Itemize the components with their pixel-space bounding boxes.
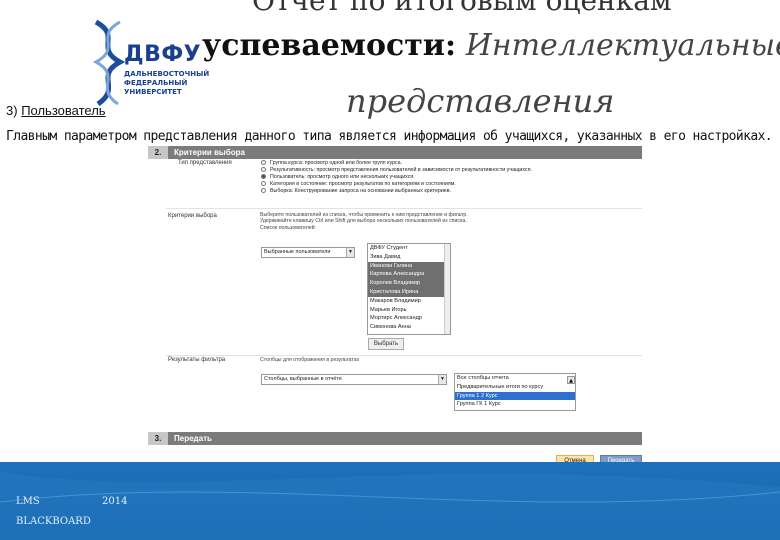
logo-name: ДВФУ: [124, 42, 202, 67]
view-type-option-course-group[interactable]: Группа курса: просмотр одной или более г…: [261, 159, 532, 166]
view-type-options: Группа курса: просмотр одной или более г…: [261, 159, 532, 194]
filter-results-help: Столбцы для отображения в результатах: [260, 357, 360, 363]
view-type-option-performance[interactable]: Результативность: просмотр представления…: [261, 166, 532, 173]
footer-blackboard: BLACKBOARD: [16, 516, 91, 527]
title-line-1: Отчет по итоговым оценкам: [252, 0, 672, 17]
user-list-item[interactable]: Мортирс Александр: [368, 314, 450, 323]
columns-listbox[interactable]: Все столбцы отчета Предварительные итоги…: [454, 373, 576, 411]
helix-icon: [92, 19, 126, 107]
column-list-item[interactable]: Предварительные итоги по курсу: [455, 383, 575, 392]
user-listbox[interactable]: ДВФУ Студент Зива Давид Иванова Галина К…: [367, 243, 451, 335]
step-3-title: Передать: [174, 434, 212, 443]
report-settings-panel: 2. Критерии выбора Тип представления Груп…: [148, 146, 642, 468]
chevron-down-icon: ▼: [346, 248, 354, 257]
columns-mode-select[interactable]: Столбцы, выбранные в отчёте ▼: [261, 374, 447, 385]
section-number: 3): [6, 103, 18, 118]
logo-line-2: ФЕДЕРАЛЬНЫЙ: [124, 79, 188, 87]
footer-lms: LMS: [16, 496, 40, 507]
step-2-number: 2.: [148, 146, 168, 159]
title-bold-part: успеваемости:: [202, 28, 457, 63]
radio-icon: [261, 167, 266, 172]
user-list-item[interactable]: Макаров Владимир: [368, 297, 450, 306]
radio-icon: [261, 160, 266, 165]
column-list-item[interactable]: Все столбцы отчета: [455, 374, 575, 383]
view-type-option-query[interactable]: Выборка: Конструирование запроса на осно…: [261, 187, 532, 194]
column-list-item[interactable]: Группа 1 2 Курс: [455, 391, 575, 401]
select-users-button[interactable]: Выбрать: [368, 338, 404, 350]
filter-results-label: Результаты фильтра: [168, 357, 226, 363]
step-3-header: 3. Передать: [148, 432, 642, 445]
user-list-item[interactable]: Кристалова Ирина: [368, 287, 450, 297]
column-list-item[interactable]: Группа ГК 1 Курс: [455, 400, 575, 409]
user-mode-select[interactable]: Выбранные пользователи ▼: [261, 247, 355, 258]
user-list-item[interactable]: Королев Владимир: [368, 279, 450, 288]
section-label: Пользователь: [21, 103, 106, 118]
user-list-item[interactable]: Иванова Галина: [368, 261, 450, 271]
divider: [166, 208, 642, 209]
scroll-up-icon[interactable]: ▲: [567, 376, 575, 384]
radio-icon: [261, 188, 266, 193]
step-3-number: 3.: [148, 432, 168, 445]
criteria-help: Выберите пользователей из списка, чтобы …: [260, 212, 630, 231]
title-italic-part: Интеллектуальные: [465, 28, 780, 63]
user-list-item[interactable]: Марьев Игорь: [368, 306, 450, 315]
radio-icon: [261, 181, 266, 186]
user-list-item[interactable]: Симонова Анна: [368, 323, 450, 332]
title-line-3: представления: [346, 82, 615, 120]
divider: [166, 355, 642, 356]
dvfu-logo: ДВФУ ДАЛЬНЕВОСТОЧНЫЙ ФЕДЕРАЛЬНЫЙ УНИВЕРС…: [88, 18, 218, 108]
view-type-option-user[interactable]: Пользователь: просмотр одного или нескол…: [261, 173, 532, 180]
logo-line-3: УНИВЕРСИТЕТ: [124, 88, 182, 96]
view-type-label: Тип представления: [178, 160, 232, 166]
scrollbar[interactable]: [444, 244, 450, 334]
criteria-label: Критерии выбора: [168, 213, 217, 219]
title-line-2: успеваемости: Интеллектуальные: [202, 28, 780, 63]
user-list-item[interactable]: Карпова Александра: [368, 270, 450, 280]
description-text: Главным параметром представления данного…: [6, 129, 773, 144]
view-type-option-category[interactable]: Категория и состояние: просмотр результа…: [261, 180, 532, 187]
logo-line-1: ДАЛЬНЕВОСТОЧНЫЙ: [124, 70, 210, 78]
user-list-item[interactable]: ДВФУ Студент: [368, 244, 450, 253]
footer-bar: LMS 2014 BLACKBOARD: [0, 462, 780, 540]
footer-year: 2014: [102, 496, 128, 507]
section-heading: 3) Пользователь: [6, 103, 106, 118]
step-2-header: 2. Критерии выбора: [148, 146, 642, 159]
step-2-title: Критерии выбора: [174, 148, 245, 157]
criteria-help-line: Список пользователей:: [260, 224, 316, 231]
chevron-down-icon: ▼: [438, 375, 446, 384]
radio-selected-icon: [261, 174, 266, 179]
user-list-item[interactable]: Зива Давид: [368, 253, 450, 262]
